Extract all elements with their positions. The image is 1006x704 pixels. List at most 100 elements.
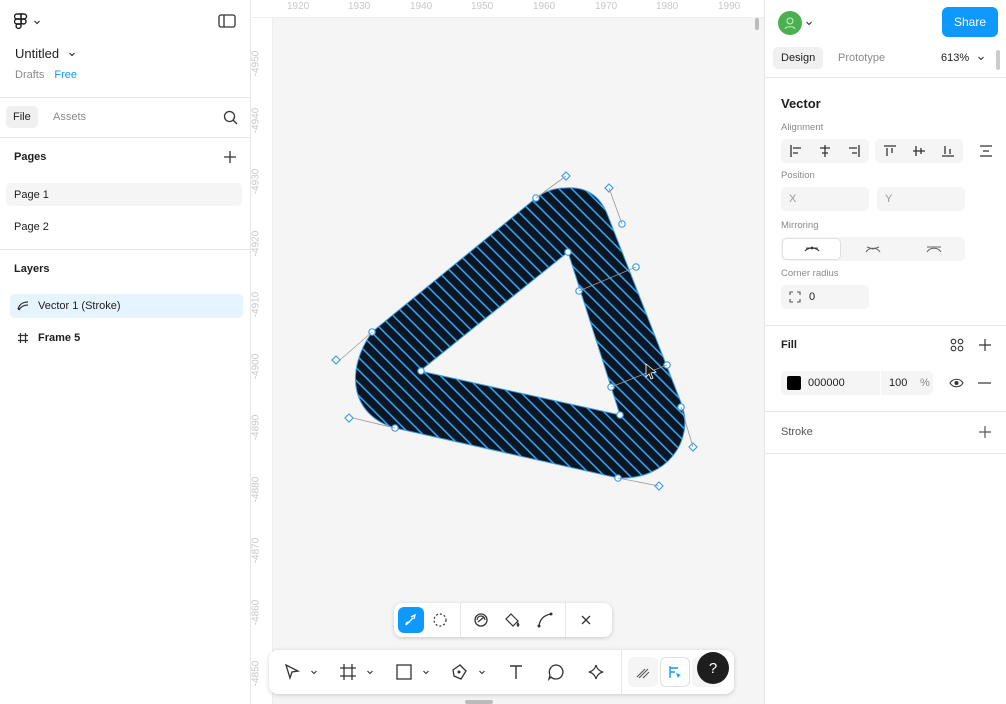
chevron-down-icon bbox=[367, 670, 373, 675]
zoom-menu[interactable]: 613% bbox=[941, 47, 985, 69]
align-bottom-icon[interactable] bbox=[941, 144, 955, 158]
vertical-scrollbar[interactable] bbox=[755, 18, 759, 30]
add-stroke-button[interactable] bbox=[978, 425, 992, 439]
align-center-icon[interactable] bbox=[818, 144, 832, 158]
align-left-icon[interactable] bbox=[789, 144, 803, 158]
add-fill-button[interactable] bbox=[978, 338, 992, 352]
align-middle-icon[interactable] bbox=[912, 144, 926, 158]
chevron-down-icon bbox=[69, 52, 76, 56]
bend-tool-button[interactable] bbox=[398, 607, 424, 633]
minus-icon bbox=[978, 382, 991, 384]
close-icon bbox=[581, 615, 591, 625]
add-page-button[interactable] bbox=[223, 150, 237, 164]
pen-tool-menu[interactable] bbox=[475, 657, 489, 687]
lasso-icon bbox=[433, 613, 447, 627]
lasso-button[interactable] bbox=[424, 605, 456, 635]
layer-item-vector[interactable]: Vector 1 (Stroke) bbox=[10, 294, 243, 318]
mirror-none-icon bbox=[804, 246, 819, 252]
page-item-2[interactable]: Page 2 bbox=[6, 215, 242, 238]
align-top-icon[interactable] bbox=[883, 144, 897, 158]
fill-opacity-value[interactable]: 100 bbox=[889, 377, 907, 389]
chevron-down-icon bbox=[423, 670, 429, 675]
design-mode-button[interactable] bbox=[660, 657, 690, 687]
plus-icon bbox=[979, 339, 991, 351]
actions-button[interactable] bbox=[581, 657, 611, 687]
move-tool-menu[interactable] bbox=[307, 657, 321, 687]
frame-icon bbox=[340, 664, 356, 680]
mirror-all-button[interactable] bbox=[904, 238, 963, 260]
mirror-none-button[interactable] bbox=[782, 238, 841, 260]
search-button[interactable] bbox=[223, 110, 238, 125]
x-placeholder: X bbox=[789, 193, 797, 205]
frame-tool-button[interactable] bbox=[333, 657, 363, 687]
panel-scrollbar[interactable] bbox=[996, 50, 1000, 70]
tab-design-label: Design bbox=[781, 52, 816, 64]
divider bbox=[621, 650, 622, 694]
toggle-fill-visibility-button[interactable] bbox=[949, 377, 964, 389]
corner-radius-label-text: Corner radius bbox=[781, 268, 839, 279]
divider bbox=[765, 77, 1006, 78]
vertical-align-group bbox=[875, 139, 963, 163]
main-menu-button[interactable] bbox=[14, 13, 42, 31]
pen-cursor-icon bbox=[405, 613, 416, 626]
fill-color-swatch[interactable] bbox=[787, 376, 801, 390]
layer-item-frame[interactable]: Frame 5 bbox=[10, 326, 243, 350]
page-item-1[interactable]: Page 1 bbox=[6, 183, 242, 206]
move-tool-button[interactable] bbox=[277, 657, 307, 687]
paint-bucket-button[interactable] bbox=[497, 605, 529, 635]
shape-builder-button[interactable] bbox=[465, 605, 497, 635]
shape-tool-menu[interactable] bbox=[419, 657, 433, 687]
pages-heading: Pages bbox=[14, 151, 46, 163]
fill-styles-button[interactable] bbox=[950, 338, 964, 352]
fill-hex-value[interactable]: 000000 bbox=[808, 377, 845, 389]
vector-stroke-shape[interactable] bbox=[251, 0, 764, 704]
bezier-path-icon bbox=[537, 612, 553, 628]
fill-title: Fill bbox=[781, 339, 797, 351]
help-button[interactable]: ? bbox=[697, 652, 729, 684]
divider bbox=[0, 137, 250, 138]
corner-radius-input[interactable]: 0 bbox=[781, 285, 869, 309]
tab-assets[interactable]: Assets bbox=[53, 106, 86, 128]
share-button[interactable]: Share bbox=[942, 7, 998, 37]
fill-row[interactable]: 000000 100 % bbox=[781, 371, 933, 395]
align-right-icon[interactable] bbox=[847, 144, 861, 158]
tab-prototype[interactable]: Prototype bbox=[838, 47, 885, 69]
divider bbox=[880, 371, 881, 395]
horizontal-scrollbar[interactable] bbox=[465, 700, 493, 704]
mirror-angle-button[interactable] bbox=[843, 238, 902, 260]
y-placeholder: Y bbox=[885, 193, 893, 205]
mirror-angle-icon bbox=[865, 246, 880, 253]
comment-tool-button[interactable] bbox=[541, 657, 571, 687]
position-y-input[interactable]: Y bbox=[877, 187, 965, 211]
frame-tool-menu[interactable] bbox=[363, 657, 377, 687]
page-item-label: Page 2 bbox=[14, 220, 49, 233]
help-label: ? bbox=[708, 659, 718, 677]
canvas[interactable]: 1920 1930 1940 1950 1960 1970 1980 1990 … bbox=[251, 0, 764, 704]
file-name[interactable]: Untitled bbox=[15, 46, 77, 61]
tab-file[interactable]: File bbox=[6, 106, 38, 128]
distribute-button[interactable] bbox=[979, 144, 993, 158]
draw-mode-button[interactable] bbox=[628, 657, 658, 687]
plus-icon bbox=[224, 151, 236, 163]
user-menu[interactable] bbox=[778, 11, 813, 35]
file-location: Drafts Free bbox=[15, 69, 77, 81]
tab-design[interactable]: Design bbox=[773, 47, 824, 69]
plan-badge[interactable]: Free bbox=[54, 69, 77, 81]
path-button[interactable] bbox=[529, 605, 561, 635]
position-x-input[interactable]: X bbox=[781, 187, 869, 211]
control-handle bbox=[344, 413, 354, 423]
mirroring-label: Mirroring bbox=[781, 220, 818, 231]
tab-assets-label: Assets bbox=[53, 111, 87, 123]
divider bbox=[0, 249, 250, 250]
pages-title: Pages bbox=[14, 151, 47, 163]
toggle-sidebar-button[interactable] bbox=[218, 14, 236, 28]
text-tool-button[interactable] bbox=[501, 657, 531, 687]
pen-tool-button[interactable] bbox=[445, 657, 475, 687]
rectangle-tool-button[interactable] bbox=[389, 657, 419, 687]
sparkle-icon bbox=[588, 664, 604, 680]
remove-fill-button[interactable] bbox=[978, 382, 991, 384]
location-label[interactable]: Drafts bbox=[15, 69, 44, 81]
divider bbox=[460, 603, 461, 637]
close-edit-button[interactable] bbox=[570, 605, 602, 635]
selection-title: Vector bbox=[781, 96, 821, 111]
